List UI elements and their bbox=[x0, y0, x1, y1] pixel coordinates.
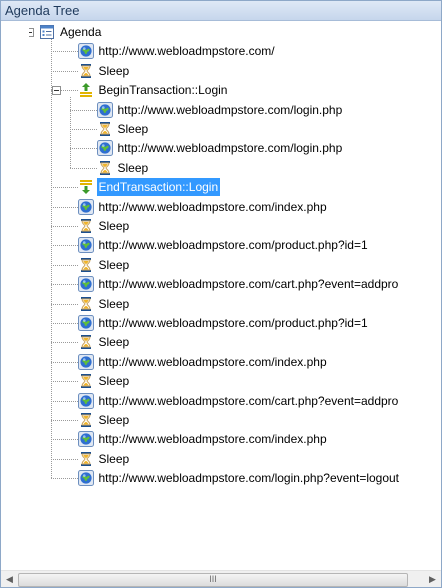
globe-icon bbox=[77, 431, 94, 448]
collapse-toggle-icon[interactable] bbox=[29, 28, 34, 37]
tree-node-label: Sleep bbox=[117, 160, 149, 175]
globe-icon bbox=[77, 43, 94, 60]
hourglass-icon bbox=[97, 121, 113, 137]
tree-node-label: http://www.webloadmpstore.com/cart.php?e… bbox=[98, 277, 399, 292]
tree-node-label: Sleep bbox=[98, 413, 130, 427]
tree-node-label: Sleep bbox=[98, 296, 130, 311]
tree-connector-line bbox=[69, 109, 97, 111]
tree-node-label: http://www.webloadmpstore.com/product.ph… bbox=[98, 316, 368, 330]
tree-node-label: Sleep bbox=[98, 374, 130, 389]
agenda-icon bbox=[39, 24, 55, 40]
tree-node-label: Sleep bbox=[98, 257, 130, 272]
scroll-thumb[interactable]: III bbox=[18, 573, 408, 587]
globe-icon bbox=[96, 140, 113, 157]
hourglass-icon bbox=[78, 296, 94, 312]
globe-icon bbox=[96, 101, 113, 118]
tree-node-label: BeginTransaction::Login bbox=[98, 83, 228, 98]
scroll-left-button[interactable]: ◀ bbox=[1, 571, 18, 587]
tree-connector-line bbox=[50, 400, 78, 402]
tree-connector-line bbox=[50, 420, 78, 421]
globe-icon bbox=[77, 237, 94, 254]
tree-connector-line bbox=[50, 70, 78, 72]
hourglass-icon bbox=[78, 451, 94, 467]
hourglass-icon bbox=[97, 160, 113, 176]
tree-node-label: Sleep bbox=[98, 219, 130, 233]
tree-connector-line bbox=[50, 342, 78, 344]
agenda-tree[interactable]: Agenda http://www.webloadmpstore.com/ Sl… bbox=[29, 23, 441, 569]
tree-connector-line bbox=[50, 458, 78, 460]
collapse-toggle-icon[interactable] bbox=[51, 86, 61, 96]
tree-connector-line bbox=[69, 167, 97, 169]
tree-node-label: Sleep bbox=[117, 122, 149, 136]
tree-connector-line bbox=[50, 206, 78, 208]
globe-icon bbox=[77, 470, 94, 487]
tree-node-label: http://www.webloadmpstore.com/ bbox=[98, 44, 275, 59]
tree-connector-line bbox=[50, 245, 78, 247]
globe-icon bbox=[77, 353, 94, 370]
tree-node-label: http://www.webloadmpstore.com/index.php bbox=[98, 354, 327, 369]
begin-transaction-icon bbox=[78, 82, 94, 98]
globe-icon bbox=[77, 198, 94, 215]
tree-connector-line bbox=[69, 129, 97, 130]
tree-connector-line bbox=[50, 226, 78, 227]
tree-node-label: Sleep bbox=[98, 451, 130, 466]
tree-connector-line bbox=[50, 38, 52, 479]
tree-connector-line bbox=[50, 303, 78, 305]
tree-node-label: http://www.webloadmpstore.com/login.php bbox=[117, 102, 343, 117]
hourglass-icon bbox=[78, 257, 94, 273]
tree-node-label: http://www.webloadmpstore.com/product.ph… bbox=[98, 238, 368, 253]
tree-node-label: Sleep bbox=[98, 63, 130, 78]
globe-icon bbox=[77, 315, 94, 331]
tree-node-label: http://www.webloadmpstore.com/login.php bbox=[117, 141, 343, 156]
tree-node-label: http://www.webloadmpstore.com/index.php bbox=[98, 432, 327, 447]
hourglass-icon bbox=[78, 412, 94, 428]
tree-node-label: EndTransaction::Login bbox=[96, 178, 221, 197]
hourglass-icon bbox=[78, 63, 94, 79]
tree-connector-line bbox=[50, 323, 78, 324]
tree-connector-line bbox=[50, 284, 78, 286]
tree-node-label: http://www.webloadmpstore.com/index.php bbox=[98, 199, 327, 214]
end-transaction-icon bbox=[78, 179, 94, 195]
horizontal-scrollbar[interactable]: ◀ III ▶ bbox=[1, 570, 441, 587]
hourglass-icon bbox=[78, 218, 94, 234]
hourglass-icon bbox=[78, 373, 94, 389]
tree-node-label: Sleep bbox=[98, 335, 130, 350]
panel-title: Agenda Tree bbox=[1, 1, 441, 21]
globe-icon bbox=[77, 276, 94, 293]
tree-node-label: http://www.webloadmpstore.com/login.php?… bbox=[98, 471, 400, 486]
scroll-right-button[interactable]: ▶ bbox=[424, 571, 441, 587]
tree-connector-line bbox=[50, 264, 78, 266]
tree-connector-line bbox=[69, 96, 71, 168]
hourglass-icon bbox=[78, 334, 94, 350]
tree-node-label: Agenda bbox=[60, 25, 102, 39]
tree-connector-line bbox=[50, 381, 78, 383]
tree-connector-line bbox=[50, 478, 78, 480]
tree-connector-line bbox=[50, 361, 78, 363]
tree-node-label: http://www.webloadmpstore.com/cart.php?e… bbox=[98, 393, 399, 408]
tree-connector-line bbox=[50, 51, 78, 53]
tree-connector-line bbox=[69, 148, 97, 150]
tree-connector-line bbox=[50, 187, 78, 189]
tree-connector-line bbox=[50, 439, 78, 441]
agenda-tree-panel: Agenda Tree Agenda http://www.webloadmps… bbox=[0, 0, 442, 588]
globe-icon bbox=[77, 392, 94, 409]
